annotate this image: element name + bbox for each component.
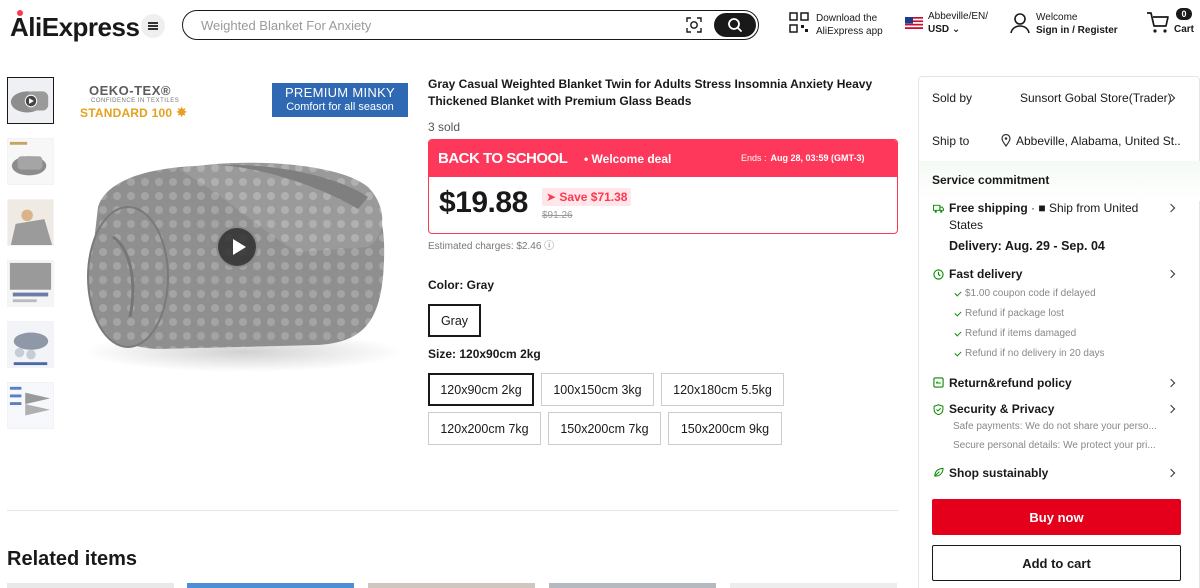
welcome-text: Welcome bbox=[1036, 12, 1078, 23]
fast-delivery-icon bbox=[933, 269, 944, 280]
sun-icon: ✸ bbox=[175, 104, 188, 120]
ship-to-value[interactable]: Abbeville, Alabama, United St... bbox=[1016, 134, 1181, 148]
product-title: Gray Casual Weighted Blanket Twin for Ad… bbox=[428, 77, 873, 108]
chevron-down-icon: ⌄ bbox=[951, 24, 961, 35]
deal-box: BACK TO SCHOOL • Welcome deal Ends : Aug … bbox=[428, 139, 898, 234]
size-option[interactable]: 120x180cm 5.5kg bbox=[661, 373, 784, 406]
current-price: $19.88 bbox=[439, 186, 528, 219]
cart-link[interactable]: 0 Cart bbox=[1146, 8, 1194, 39]
qr-code-icon bbox=[789, 12, 809, 33]
free-shipping-line[interactable]: Free shipping · ■ Ship from United bbox=[949, 201, 1138, 215]
search-button[interactable] bbox=[714, 13, 756, 37]
premium-minky-badge: PREMIUM MINKY Comfort for all season bbox=[272, 83, 408, 117]
aliexpress-logo[interactable]: AliExpress bbox=[10, 10, 140, 43]
security-privacy[interactable]: Security & Privacy bbox=[949, 402, 1054, 416]
related-item[interactable] bbox=[368, 583, 535, 588]
thumbnail-video[interactable] bbox=[7, 77, 54, 124]
section-divider bbox=[7, 510, 898, 511]
search-icon bbox=[728, 18, 742, 32]
service-commitment-title: Service commitment bbox=[932, 173, 1050, 187]
related-item[interactable] bbox=[7, 583, 174, 588]
buy-now-button[interactable]: Buy now bbox=[932, 499, 1181, 535]
play-video-button[interactable] bbox=[216, 226, 258, 268]
fast-delivery-item: $1.00 coupon code if delayed bbox=[965, 288, 1096, 299]
sold-by-label: Sold by bbox=[932, 91, 973, 105]
save-badge: ➤ Save $71.38 bbox=[542, 188, 632, 206]
premium-line1: PREMIUM MINKY bbox=[284, 85, 396, 100]
security-item: Safe payments: We do not share your pers… bbox=[953, 421, 1157, 432]
color-option-gray[interactable]: Gray bbox=[428, 304, 481, 337]
related-item[interactable] bbox=[187, 583, 354, 588]
fast-delivery-item: Refund if package lost bbox=[965, 308, 1064, 319]
truck-icon bbox=[933, 204, 944, 213]
size-option[interactable]: 150x200cm 7kg bbox=[548, 412, 661, 445]
oeko-standard: STANDARD 100 ✸ bbox=[80, 104, 188, 120]
related-item[interactable] bbox=[549, 583, 716, 588]
app-line2: AliExpress app bbox=[816, 26, 883, 37]
security-item: Secure personal details: We protect your… bbox=[953, 440, 1156, 451]
thumbnail-2[interactable] bbox=[7, 138, 54, 185]
shop-sustainably[interactable]: Shop sustainably bbox=[949, 466, 1048, 480]
menu-button[interactable] bbox=[141, 14, 165, 38]
currency-line: USD ⌄ bbox=[928, 24, 961, 35]
deal-ends: Ends : Aug 28, 03:59 (GMT-3) bbox=[741, 153, 865, 163]
image-search-icon[interactable] bbox=[685, 16, 703, 34]
ship-to-label: Ship to bbox=[932, 134, 970, 148]
deal-banner: BACK TO SCHOOL • Welcome deal Ends : Aug … bbox=[429, 140, 897, 177]
premium-line2: Comfort for all season bbox=[286, 101, 394, 113]
hamburger-icon bbox=[148, 25, 158, 27]
app-line1: Download the bbox=[816, 13, 878, 24]
account-link[interactable]: Welcome Sign in / Register bbox=[1010, 12, 1118, 39]
return-refund-policy[interactable]: Return&refund policy bbox=[949, 376, 1072, 390]
color-label: Color: Gray bbox=[428, 278, 495, 292]
cart-label: Cart bbox=[1174, 24, 1195, 35]
fast-delivery[interactable]: Fast delivery bbox=[949, 267, 1022, 281]
oeko-tex-badge: OEKO-TEX® CONFIDENCE IN TEXTILES STANDAR… bbox=[80, 83, 200, 121]
cart-icon bbox=[1147, 12, 1169, 33]
cart-count-badge: 0 bbox=[1176, 8, 1192, 20]
leaf-icon bbox=[934, 467, 944, 477]
store-link[interactable]: Sunsort Gobal Store(Trader) bbox=[1020, 91, 1172, 105]
oeko-title: OEKO-TEX® bbox=[89, 83, 171, 98]
thumbnail-6[interactable] bbox=[7, 382, 54, 429]
size-label: Size: 120x90cm 2kg bbox=[428, 347, 541, 361]
original-price: $91.26 bbox=[542, 210, 573, 221]
search-input[interactable] bbox=[201, 16, 681, 34]
thumbnail-3[interactable] bbox=[7, 199, 54, 246]
sign-in-register[interactable]: Sign in / Register bbox=[1036, 25, 1118, 36]
deal-name: BACK TO SCHOOL bbox=[438, 150, 568, 167]
tag-icon: ➤ bbox=[546, 190, 557, 204]
thumbnail-4[interactable] bbox=[7, 260, 54, 307]
header: AliExpress Download the AliExpress app bbox=[0, 0, 1200, 50]
sold-count: 3 sold bbox=[428, 120, 461, 134]
locale-line1: Abbeville/EN/ bbox=[928, 11, 989, 22]
thumbnail-5[interactable] bbox=[7, 321, 54, 368]
us-flag-icon bbox=[905, 17, 923, 29]
fast-delivery-item: Refund if no delivery in 20 days bbox=[965, 348, 1105, 359]
user-icon bbox=[1010, 13, 1030, 34]
welcome-deal-label: • Welcome deal bbox=[584, 152, 672, 166]
related-items-heading: Related items bbox=[7, 548, 138, 570]
fast-delivery-item: Refund if items damaged bbox=[965, 328, 1077, 339]
search-bar bbox=[182, 10, 759, 40]
ship-from-line2: States bbox=[949, 218, 984, 232]
delivery-date: Delivery: Aug. 29 - Sep. 04 bbox=[949, 239, 1105, 253]
size-option[interactable]: 120x200cm 7kg bbox=[428, 412, 541, 445]
download-app-link[interactable]: Download the AliExpress app bbox=[789, 12, 883, 39]
estimated-charges[interactable]: Estimated charges: $2.46 ⓘ bbox=[428, 237, 554, 252]
return-icon bbox=[933, 377, 944, 388]
size-option[interactable]: 120x90cm 2kg bbox=[428, 373, 534, 406]
add-to-cart-button[interactable]: Add to cart bbox=[932, 545, 1181, 581]
location-pin-icon bbox=[1001, 134, 1011, 147]
size-option[interactable]: 150x200cm 9kg bbox=[668, 412, 782, 445]
related-item[interactable] bbox=[730, 583, 897, 588]
shield-icon bbox=[933, 404, 944, 415]
size-option[interactable]: 100x150cm 3kg bbox=[541, 373, 654, 406]
